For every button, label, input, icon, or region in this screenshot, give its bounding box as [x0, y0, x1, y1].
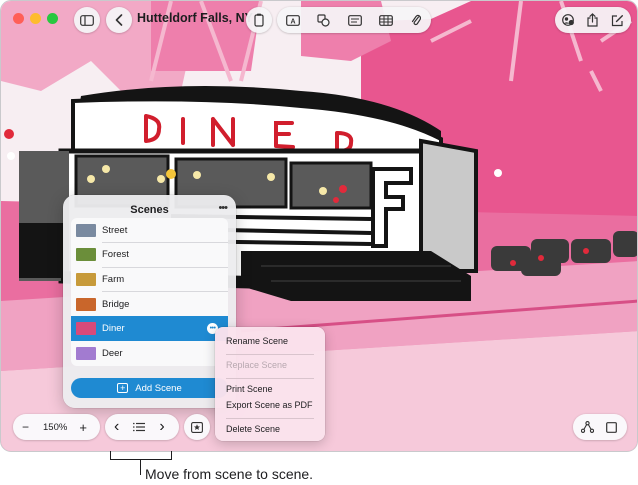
scene-label: Forest: [102, 249, 129, 261]
back-button[interactable]: [106, 7, 132, 33]
print-scene-menu-item[interactable]: Print Scene: [226, 384, 273, 394]
sidebar-button[interactable]: [74, 7, 100, 33]
scene-list-item[interactable]: Forest: [71, 243, 228, 268]
previous-scene-button[interactable]: ‹: [114, 419, 119, 435]
scene-list-item[interactable]: Deer: [71, 341, 228, 366]
scene-label: Bridge: [102, 298, 130, 310]
table-button[interactable]: [370, 7, 401, 33]
callout-leader: [140, 459, 141, 475]
scene-thumbnail: [76, 346, 96, 360]
add-scene-icon: +: [117, 383, 129, 393]
scene-label: Street: [102, 224, 128, 236]
attachment-button[interactable]: [401, 7, 431, 33]
svg-text:A: A: [290, 18, 295, 25]
new-board-button[interactable]: [605, 7, 630, 33]
scene-list: Street Forest Farm Bridge Diner ••• Deer: [71, 218, 228, 366]
compose-icon: [611, 14, 623, 26]
scene-list-item[interactable]: Diner •••: [71, 316, 228, 341]
connection-button[interactable]: [581, 421, 594, 433]
fit-view-button[interactable]: [606, 421, 617, 433]
media-icon: [347, 14, 362, 26]
scene-thumbnail: [76, 223, 96, 237]
media-button[interactable]: [339, 7, 370, 33]
scene-list-item[interactable]: Street: [71, 218, 228, 243]
rename-scene-menu-item[interactable]: Rename Scene: [226, 336, 288, 346]
collaborate-icon: [561, 14, 574, 26]
scene-list-item[interactable]: Bridge: [71, 292, 228, 317]
share-button[interactable]: [580, 7, 605, 33]
back-chevron-icon: [106, 7, 132, 33]
freeform-window: Hutteldorf Falls, NY A Scenes ••• Street…: [0, 0, 638, 452]
export-scene-pdf-menu-item[interactable]: Export Scene as PDF: [226, 400, 313, 410]
callout-bracket-bottom: [110, 459, 172, 460]
list-icon: [133, 422, 146, 432]
shapes-button[interactable]: [308, 7, 339, 33]
add-scene-label: Add Scene: [135, 382, 182, 394]
close-window-button[interactable]: [13, 13, 24, 24]
menu-separator: [226, 418, 314, 419]
delete-scene-menu-item[interactable]: Delete Scene: [226, 424, 280, 434]
scene-thumbnail: [76, 248, 96, 262]
zoom-in-button[interactable]: +: [79, 420, 87, 435]
textbox-icon: A: [285, 14, 300, 26]
share-icon: [587, 13, 598, 27]
menu-separator: [226, 378, 314, 379]
scene-list-item[interactable]: Farm: [71, 267, 228, 292]
scene-thumbnail: [76, 322, 96, 336]
minimize-window-button[interactable]: [30, 13, 41, 24]
scene-list-button[interactable]: [133, 422, 146, 432]
connection-icon: [581, 421, 594, 433]
callout-caption: Move from scene to scene.: [145, 466, 314, 482]
scene-label: Diner: [102, 323, 125, 335]
textbox-button[interactable]: A: [277, 7, 308, 33]
zoom-level[interactable]: 150%: [43, 422, 67, 433]
next-scene-button[interactable]: ›: [159, 419, 164, 435]
scenes-popover: Scenes ••• Street Forest Farm Bridge Diner ••…: [63, 195, 236, 408]
insert-toolbar: A: [277, 7, 431, 33]
collaborate-button[interactable]: [555, 7, 580, 33]
scene-thumbnail: [76, 272, 96, 286]
scene-thumbnail: [76, 297, 96, 311]
zoom-controls: − 150% +: [13, 414, 100, 440]
attachment-icon: [411, 14, 421, 26]
bottom-right-tools: [573, 414, 627, 440]
board-title[interactable]: Hutteldorf Falls, NY: [137, 11, 253, 25]
add-scene-button[interactable]: + Add Scene: [71, 378, 228, 398]
scene-context-menu: Rename Scene Replace Scene Print Scene E…: [215, 327, 325, 441]
scene-navigation: ‹ ›: [105, 414, 179, 440]
shapes-icon: [317, 13, 330, 27]
scenes-more-button[interactable]: •••: [218, 202, 228, 214]
scene-label: Farm: [102, 273, 125, 285]
add-scene-shortcut[interactable]: [184, 414, 210, 440]
table-icon: [378, 14, 393, 26]
sidebar-icon: [74, 7, 100, 33]
square-icon: [606, 421, 617, 433]
phone-icon: [246, 7, 272, 33]
menu-separator: [226, 354, 314, 355]
star-frame-icon: [191, 421, 203, 433]
scenes-popover-title: Scenes: [130, 204, 169, 216]
replace-scene-menu-item: Replace Scene: [226, 360, 288, 370]
insert-sticky-button[interactable]: [246, 7, 272, 33]
scene-label: Deer: [102, 347, 123, 359]
zoom-window-button[interactable]: [47, 13, 58, 24]
zoom-out-button[interactable]: −: [22, 420, 29, 434]
right-toolbar: [555, 7, 631, 33]
